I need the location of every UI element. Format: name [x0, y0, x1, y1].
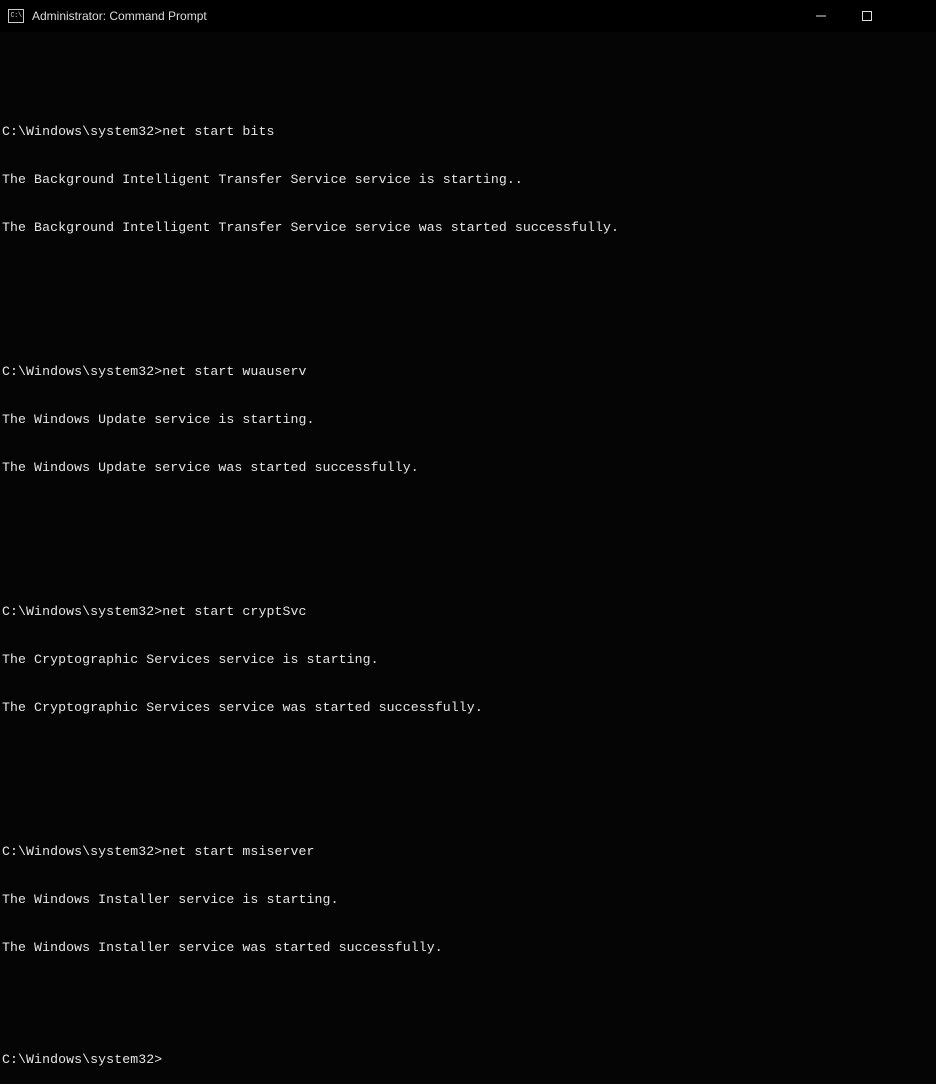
output-line: The Background Intelligent Transfer Serv…	[2, 172, 936, 188]
prompt-line: C:\Windows\system32>net start bits	[2, 124, 936, 140]
command-block: C:\Windows\system32>net start cryptSvc T…	[2, 572, 936, 748]
command-block: C:\Windows\system32>net start wuauserv T…	[2, 332, 936, 508]
prompt: C:\Windows\system32>	[2, 604, 162, 620]
command-text: net start bits	[162, 124, 274, 140]
prompt-line: C:\Windows\system32>net start wuauserv	[2, 364, 936, 380]
cmd-icon: C:\	[8, 9, 24, 23]
command-text: net start cryptSvc	[162, 604, 306, 620]
prompt: C:\Windows\system32>	[2, 364, 162, 380]
active-prompt-line[interactable]: C:\Windows\system32>	[2, 1052, 936, 1068]
prompt: C:\Windows\system32>	[2, 124, 162, 140]
prompt-line: C:\Windows\system32>net start msiserver	[2, 844, 936, 860]
maximize-icon	[862, 11, 872, 21]
command-text: net start msiserver	[162, 844, 314, 860]
output-line: The Cryptographic Services service is st…	[2, 652, 936, 668]
titlebar: C:\ Administrator: Command Prompt	[0, 0, 936, 32]
prompt: C:\Windows\system32>	[2, 1052, 162, 1068]
minimize-icon	[816, 11, 826, 21]
command-block: C:\Windows\system32>net start msiserver …	[2, 812, 936, 988]
prompt: C:\Windows\system32>	[2, 844, 162, 860]
output-line: The Windows Installer service is startin…	[2, 892, 936, 908]
window-title: Administrator: Command Prompt	[32, 0, 207, 32]
terminal-area[interactable]: C:\Windows\system32>net start bits The B…	[0, 32, 936, 1084]
cmd-icon-text: C:\	[10, 13, 21, 20]
output-line: The Cryptographic Services service was s…	[2, 700, 936, 716]
maximize-button[interactable]	[844, 0, 890, 32]
output-line: The Windows Update service is starting.	[2, 412, 936, 428]
minimize-button[interactable]	[798, 0, 844, 32]
output-line: The Windows Update service was started s…	[2, 460, 936, 476]
command-block: C:\Windows\system32>net start bits The B…	[2, 92, 936, 268]
window-controls	[798, 0, 936, 32]
command-text: net start wuauserv	[162, 364, 306, 380]
output-line: The Background Intelligent Transfer Serv…	[2, 220, 936, 236]
cursor	[162, 1052, 170, 1067]
output-line: The Windows Installer service was starte…	[2, 940, 936, 956]
prompt-line: C:\Windows\system32>net start cryptSvc	[2, 604, 936, 620]
